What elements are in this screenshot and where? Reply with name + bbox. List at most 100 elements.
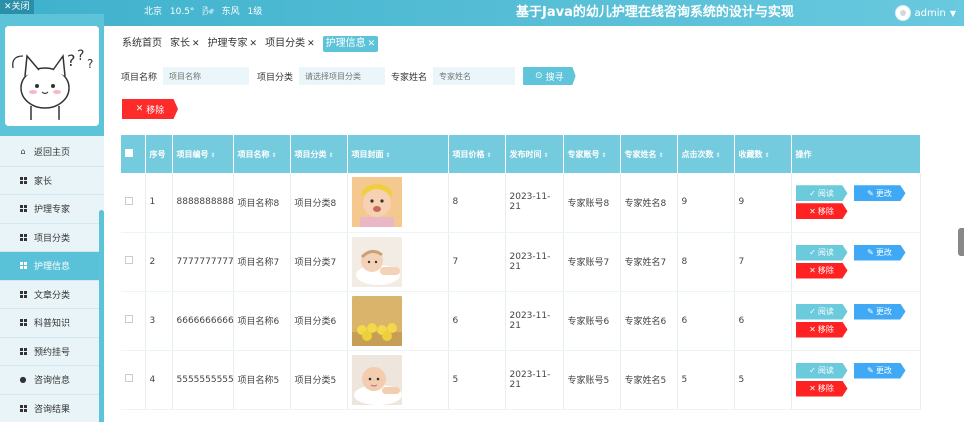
edit-button[interactable]: ✎ 更改 bbox=[853, 303, 906, 320]
column-header[interactable]: 项目名称 ⇕ bbox=[233, 135, 291, 173]
read-button[interactable]: ✓ 阅读 bbox=[795, 303, 848, 320]
cell-price: 7 bbox=[448, 232, 506, 292]
tab-project-category[interactable]: 项目分类 ✕ bbox=[265, 36, 315, 52]
tab-parents[interactable]: 家长 ✕ bbox=[170, 36, 200, 52]
edit-icon: ✎ bbox=[867, 366, 874, 375]
row-checkbox[interactable] bbox=[121, 232, 146, 292]
cell-favs: 6 bbox=[734, 291, 792, 351]
sidebar-item-label: 护理专家 bbox=[34, 205, 71, 216]
sidebar-item-label: 科普知识 bbox=[34, 319, 71, 330]
select-all-checkbox[interactable] bbox=[121, 135, 146, 173]
check-icon: ✓ bbox=[809, 366, 816, 375]
sidebar-item-consult-info[interactable]: ● 咨询信息 bbox=[0, 366, 104, 395]
cell-favs: 5 bbox=[734, 350, 792, 410]
cell-name: 项目名称7 bbox=[233, 232, 291, 292]
sidebar-item-project-category[interactable]: 项目分类 bbox=[0, 224, 104, 252]
row-checkbox[interactable] bbox=[121, 291, 146, 351]
edit-button[interactable]: ✎ 更改 bbox=[853, 244, 906, 261]
read-button[interactable]: ✓ 阅读 bbox=[795, 244, 848, 261]
delete-button[interactable]: ✕ 移除 bbox=[795, 380, 848, 397]
edit-button[interactable]: ✎ 更改 bbox=[853, 185, 906, 202]
row-checkbox[interactable] bbox=[121, 173, 146, 233]
weather-level: 1级 bbox=[247, 7, 263, 17]
search-icon: ⊙ bbox=[535, 71, 543, 81]
cell-category: 项目分类8 bbox=[290, 173, 348, 233]
svg-text:?: ? bbox=[77, 48, 84, 64]
sidebar-item-appointment[interactable]: 预约挂号 bbox=[0, 338, 104, 366]
edit-icon: ✎ bbox=[867, 307, 874, 316]
cell-expert: 专家姓名5 bbox=[620, 350, 678, 410]
cell-clicks: 9 bbox=[677, 173, 735, 233]
cell-ops: ✓ 阅读 ✎ 更改 ✕ 移除 bbox=[791, 291, 921, 351]
window-scrollbar[interactable] bbox=[958, 228, 964, 256]
cell-index: 4 bbox=[145, 350, 173, 410]
column-header[interactable]: 项目价格 ⇕ bbox=[448, 135, 506, 173]
cell-price: 5 bbox=[448, 350, 506, 410]
delete-button[interactable]: ✕ 移除 bbox=[795, 321, 848, 338]
cell-clicks: 5 bbox=[677, 350, 735, 410]
column-header[interactable]: 点击次数 ⇕ bbox=[677, 135, 735, 173]
cell-index: 3 bbox=[145, 291, 173, 351]
cell-account: 专家账号8 bbox=[563, 173, 621, 233]
column-header[interactable]: 项目分类 ⇕ bbox=[290, 135, 348, 173]
sidebar-username: admin bbox=[31, 115, 73, 129]
sort-icon: ⇕ bbox=[715, 151, 721, 159]
column-header[interactable]: 发布时间 ⇕ bbox=[505, 135, 564, 173]
delete-button[interactable]: ✕ 移除 bbox=[795, 203, 848, 220]
row-checkbox[interactable] bbox=[121, 350, 146, 410]
cell-date: 2023-11-21 bbox=[505, 350, 564, 410]
chevron-down-icon: ▼ bbox=[949, 8, 956, 18]
sidebar-item-knowledge[interactable]: 科普知识 bbox=[0, 309, 104, 338]
project-category-select[interactable] bbox=[299, 67, 386, 85]
sort-icon: ⇕ bbox=[271, 151, 277, 159]
column-header[interactable]: 专家姓名 ⇕ bbox=[620, 135, 678, 173]
cell-index: 2 bbox=[145, 232, 173, 292]
table-row: 2 7777777777 项目名称7 项目分类7 7 2023-11-21 专家… bbox=[121, 232, 921, 292]
sidebar-item-label: 项目分类 bbox=[34, 233, 71, 244]
sidebar-item-article-category[interactable]: 文章分类 bbox=[0, 281, 104, 309]
read-button[interactable]: ✓ 阅读 bbox=[795, 362, 848, 379]
cell-index: 1 bbox=[145, 173, 173, 233]
sidebar-item-home[interactable]: ⌂ 返回主页 bbox=[0, 138, 104, 167]
cell-price: 8 bbox=[448, 173, 506, 233]
tab-home[interactable]: 系统首页 bbox=[122, 36, 162, 52]
column-header[interactable]: 收藏数 ⇕ bbox=[734, 135, 792, 173]
cell-favs: 7 bbox=[734, 232, 792, 292]
tab-nursing-info[interactable]: 护理信息 ✕ bbox=[322, 36, 379, 52]
tab-experts[interactable]: 护理专家 ✕ bbox=[208, 36, 258, 52]
close-button[interactable]: ✕关闭 bbox=[0, 0, 34, 14]
cell-code: 7777777777 bbox=[172, 232, 234, 292]
sidebar-scrollbar[interactable] bbox=[99, 210, 104, 422]
sidebar-item-nursing-info[interactable]: 护理信息 bbox=[0, 252, 104, 281]
read-button[interactable]: ✓ 阅读 bbox=[795, 185, 848, 202]
cell-name: 项目名称8 bbox=[233, 173, 291, 233]
sidebar-item-parents[interactable]: 家长 bbox=[0, 167, 104, 195]
close-icon[interactable]: ✕ bbox=[368, 39, 376, 49]
grid-icon bbox=[18, 346, 28, 356]
avatar-icon bbox=[894, 5, 911, 21]
cell-clicks: 6 bbox=[677, 291, 735, 351]
expert-name-input[interactable] bbox=[433, 67, 516, 85]
sidebar: ? ? ? admin ⌂ 返回主页 家长 护理专家 项目分类 护理信息 文章分… bbox=[0, 14, 104, 422]
delete-button[interactable]: ✕ 移除 bbox=[795, 262, 848, 279]
column-header[interactable]: 项目封面 ⇕ bbox=[347, 135, 449, 173]
expert-name-label: 专家姓名 bbox=[391, 72, 428, 83]
column-header[interactable]: 专家账号 ⇕ bbox=[563, 135, 621, 173]
sidebar-item-label: 护理信息 bbox=[34, 262, 71, 273]
close-icon[interactable]: ✕ bbox=[192, 39, 200, 49]
project-name-input[interactable] bbox=[163, 67, 250, 85]
edit-button[interactable]: ✎ 更改 bbox=[853, 362, 906, 379]
duck-toys-image bbox=[351, 295, 402, 346]
sort-icon: ⇕ bbox=[764, 151, 770, 159]
user-menu[interactable]: admin ▼ bbox=[894, 3, 956, 23]
close-icon[interactable]: ✕ bbox=[250, 39, 258, 49]
project-category-label: 项目分类 bbox=[257, 72, 294, 83]
weather-city: 北京 bbox=[144, 7, 163, 17]
baby-photo-image bbox=[351, 177, 402, 228]
column-header[interactable]: 项目编号 ⇕ bbox=[172, 135, 234, 173]
close-icon[interactable]: ✕ bbox=[307, 39, 315, 49]
search-button[interactable]: ⊙ 搜寻 bbox=[523, 67, 576, 85]
sidebar-item-consult-result[interactable]: 咨询结果 bbox=[0, 395, 104, 422]
sidebar-item-experts[interactable]: 护理专家 bbox=[0, 195, 104, 224]
bulk-remove-button[interactable]: ✕ 移除 bbox=[122, 99, 178, 119]
